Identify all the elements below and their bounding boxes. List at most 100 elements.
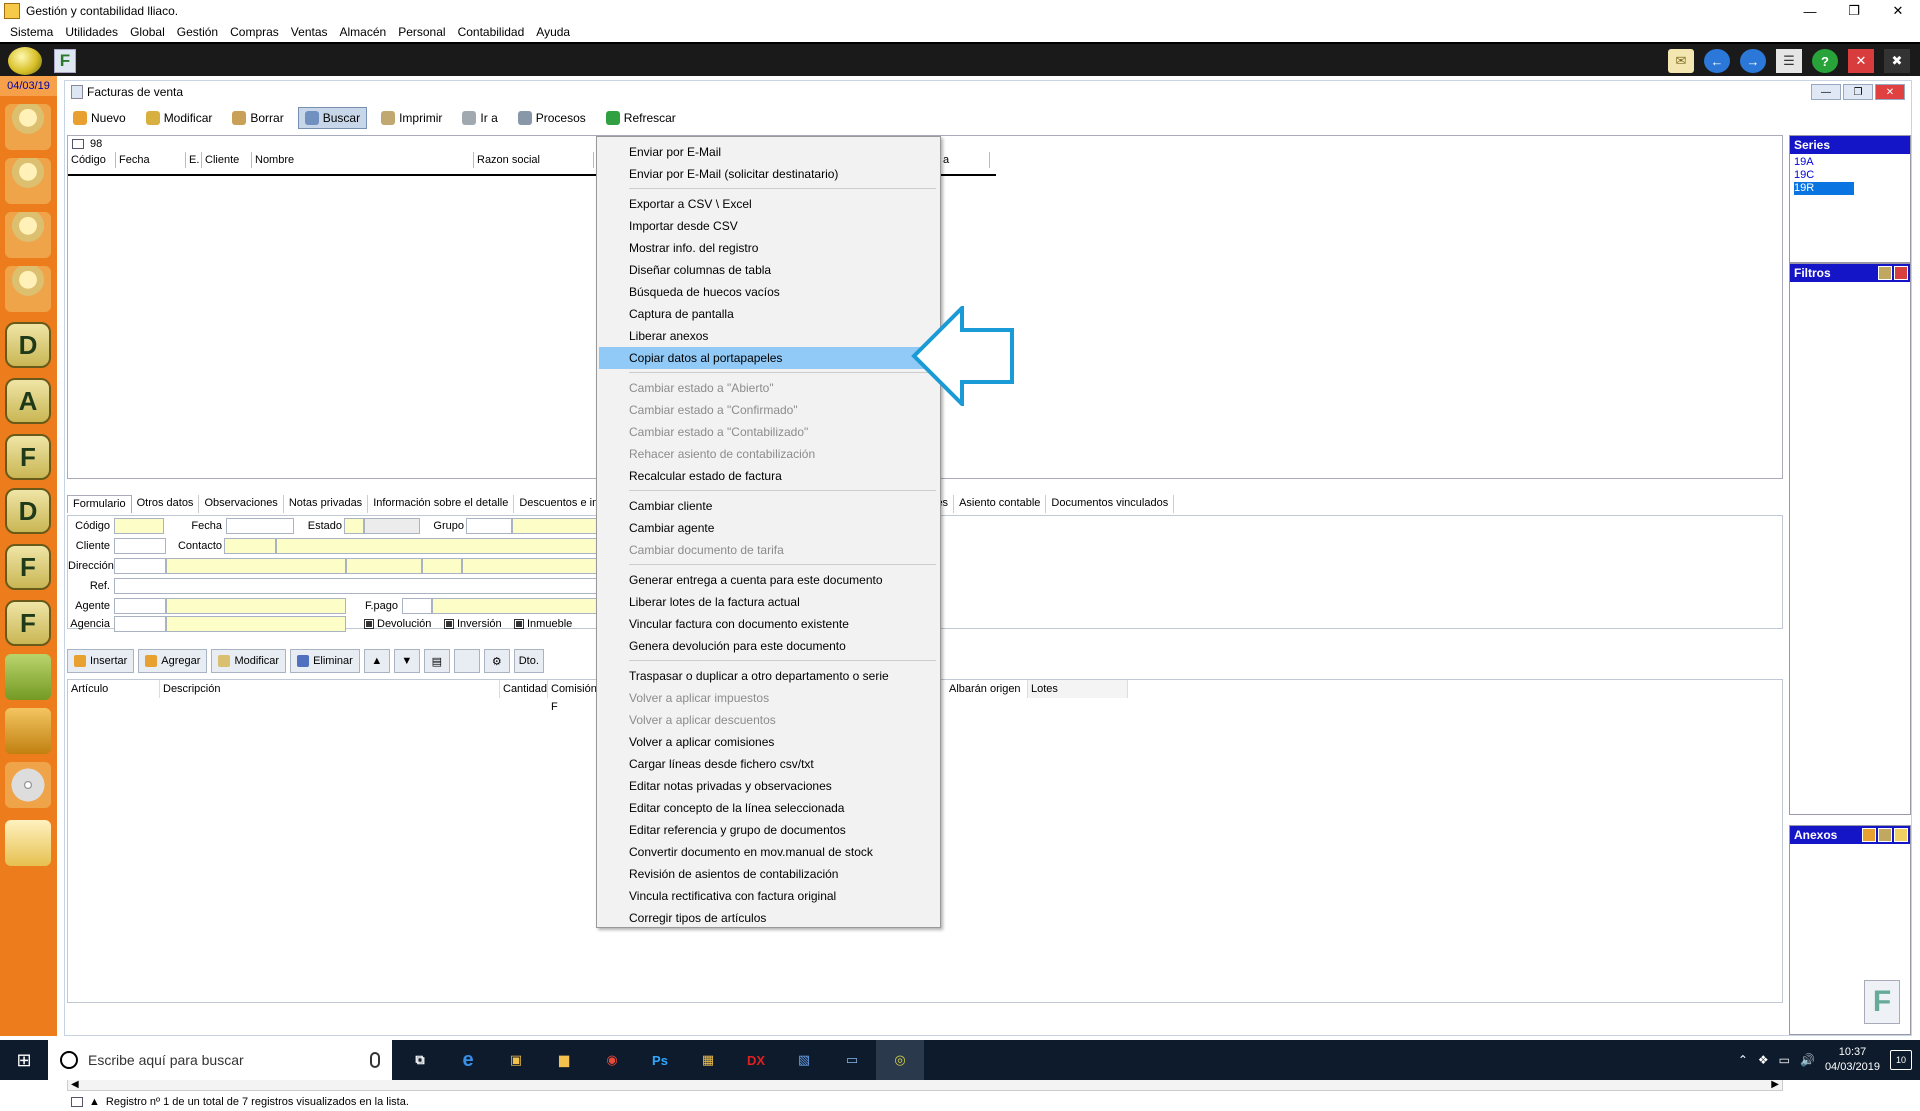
context-menu-item[interactable]: Cargar líneas desde fichero csv/txt: [599, 753, 938, 775]
col-fecha[interactable]: Fecha: [116, 152, 186, 168]
context-menu-item[interactable]: Revisión de asientos de contabilización: [599, 863, 938, 885]
col-codigo[interactable]: Código: [68, 152, 116, 168]
windows-list-icon[interactable]: ☰: [1776, 49, 1802, 73]
fpago-field[interactable]: [402, 598, 432, 614]
context-menu-item[interactable]: Liberar anexos: [599, 325, 938, 347]
buscar-button[interactable]: Buscar: [297, 107, 368, 129]
col-lotes[interactable]: Lotes: [1028, 680, 1128, 698]
col-a[interactable]: a: [940, 152, 990, 168]
mdi-minimize-button[interactable]: —: [1811, 84, 1841, 100]
context-menu-item[interactable]: Liberar lotes de la factura actual: [599, 591, 938, 613]
back-arrow-icon[interactable]: ←: [1704, 49, 1730, 73]
contacto-field[interactable]: [224, 538, 276, 554]
close-window-icon[interactable]: ✕: [1848, 49, 1874, 73]
menu-ayuda[interactable]: Ayuda: [530, 25, 576, 39]
minimize-button[interactable]: —: [1788, 0, 1832, 22]
devolucion-checkbox[interactable]: Devolución: [364, 618, 431, 630]
supplier-icon[interactable]: [5, 212, 51, 258]
menu-ventas[interactable]: Ventas: [285, 25, 334, 39]
context-menu-item[interactable]: Cambiar agente: [599, 517, 938, 539]
dx-icon[interactable]: DX: [732, 1040, 780, 1080]
letter-d2-icon[interactable]: D: [5, 488, 51, 534]
agencia-field[interactable]: [114, 616, 166, 632]
mail-icon[interactable]: ✉: [1668, 49, 1694, 73]
tab-notas-privadas[interactable]: Notas privadas: [284, 495, 369, 513]
context-menu-item[interactable]: Recalcular estado de factura: [599, 465, 938, 487]
letter-fc-icon[interactable]: F: [5, 600, 51, 646]
menu-global[interactable]: Global: [124, 25, 171, 39]
series-item[interactable]: 19C: [1794, 169, 1906, 182]
menu-contabilidad[interactable]: Contabilidad: [452, 25, 531, 39]
context-menu-item[interactable]: Genera devolución para este documento: [599, 635, 938, 657]
forward-arrow-icon[interactable]: →: [1740, 49, 1766, 73]
agent-icon[interactable]: [5, 266, 51, 312]
col-comision[interactable]: Comisión F: [548, 680, 598, 713]
add-attachment-icon[interactable]: [1862, 828, 1876, 842]
eliminar-button[interactable]: Eliminar: [290, 649, 360, 673]
app-yellow-icon[interactable]: ▦: [684, 1040, 732, 1080]
box-green-icon[interactable]: [5, 654, 51, 700]
context-menu-item[interactable]: Exportar a CSV \ Excel: [599, 193, 938, 215]
menu-sistema[interactable]: Sistema: [4, 25, 59, 39]
context-menu-item[interactable]: Vincula rectificativa con factura origin…: [599, 885, 938, 907]
scroll-left-icon[interactable]: ◀: [71, 1079, 79, 1090]
blank-icon[interactable]: [453, 649, 480, 673]
tab-formulario[interactable]: Formulario: [67, 495, 132, 513]
menu-almacen[interactable]: Almacén: [334, 25, 393, 39]
tab-asiento-contable[interactable]: Asiento contable: [954, 495, 1047, 513]
taskbar-search[interactable]: Escribe aquí para buscar: [48, 1040, 392, 1080]
move-up-icon[interactable]: ▲: [363, 649, 390, 673]
attachment-folder-icon[interactable]: [1894, 828, 1908, 842]
context-menu-item[interactable]: Diseñar columnas de tabla: [599, 259, 938, 281]
letter-d-icon[interactable]: D: [5, 322, 51, 368]
photoshop-icon[interactable]: Ps: [636, 1040, 684, 1080]
context-menu-item[interactable]: Editar referencia y grupo de documentos: [599, 819, 938, 841]
direccion-field[interactable]: [114, 558, 166, 574]
menu-compras[interactable]: Compras: [224, 25, 285, 39]
col-cantidad[interactable]: Cantidad: [500, 680, 548, 698]
menu-personal[interactable]: Personal: [392, 25, 451, 39]
cd-icon[interactable]: [5, 762, 51, 808]
refrescar-button[interactable]: Refrescar: [600, 107, 682, 129]
context-menu-item[interactable]: Mostrar info. del registro: [599, 237, 938, 259]
letter-f-icon[interactable]: F: [5, 434, 51, 480]
windows-start-icon[interactable]: ⊞: [0, 1040, 48, 1080]
dto-button[interactable]: Dto.: [513, 649, 544, 673]
col-nombre[interactable]: Nombre: [252, 152, 474, 168]
clock[interactable]: 10:37 04/03/2019: [1825, 1045, 1880, 1075]
microphone-icon[interactable]: [370, 1052, 380, 1068]
context-menu-item[interactable]: Copiar datos al portapapeles: [599, 347, 938, 369]
context-menu-item[interactable]: Importar desde CSV: [599, 215, 938, 237]
document-icon[interactable]: ▤: [423, 649, 450, 673]
help-icon[interactable]: ?: [1812, 49, 1838, 73]
file-manager-icon[interactable]: ▣: [492, 1040, 540, 1080]
move-down-icon[interactable]: ▼: [393, 649, 420, 673]
agregar-button[interactable]: Agregar: [138, 649, 208, 673]
cliente-field[interactable]: [114, 538, 166, 554]
volume-icon[interactable]: 🔊: [1800, 1053, 1815, 1067]
home-orb-icon[interactable]: [8, 47, 42, 75]
client-icon[interactable]: [5, 158, 51, 204]
filter-clear-icon[interactable]: [1894, 266, 1908, 280]
context-menu-item[interactable]: Enviar por E-Mail: [599, 141, 938, 163]
context-menu-item[interactable]: Corregir tipos de artículos: [599, 907, 938, 929]
app-blue-icon[interactable]: ▧: [780, 1040, 828, 1080]
col-descripcion[interactable]: Descripción: [160, 680, 500, 698]
active-app-icon[interactable]: ◎: [876, 1040, 924, 1080]
col-estado[interactable]: E.: [186, 152, 202, 168]
fecha-field[interactable]: [226, 518, 294, 534]
grupo-field[interactable]: [466, 518, 512, 534]
agente-field[interactable]: [114, 598, 166, 614]
context-menu-item[interactable]: Captura de pantalla: [599, 303, 938, 325]
letter-f2-icon[interactable]: F: [5, 544, 51, 590]
inmueble-checkbox[interactable]: Inmueble: [514, 618, 572, 630]
context-menu-item[interactable]: Volver a aplicar comisiones: [599, 731, 938, 753]
mdi-restore-button[interactable]: ❐: [1843, 84, 1873, 100]
col-articulo[interactable]: Artículo: [68, 680, 160, 698]
modificar-button[interactable]: Modificar: [140, 107, 219, 129]
exit-icon[interactable]: ✖: [1884, 49, 1910, 73]
inversion-checkbox[interactable]: Inversión: [444, 618, 502, 630]
maximize-button[interactable]: ❐: [1832, 0, 1876, 22]
context-menu-item[interactable]: Búsqueda de huecos vacíos: [599, 281, 938, 303]
menu-utilidades[interactable]: Utilidades: [59, 25, 124, 39]
